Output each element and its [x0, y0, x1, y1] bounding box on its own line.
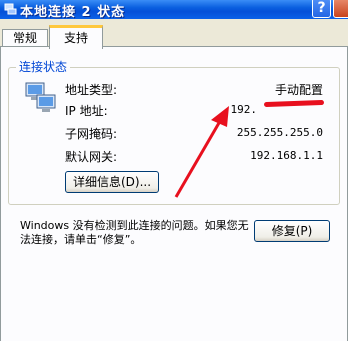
- help-button[interactable]: ?: [312, 0, 331, 18]
- network-computers-icon: [25, 82, 56, 112]
- ip-address-label: IP 地址:: [65, 104, 108, 118]
- address-type-value: 手动配置: [274, 83, 323, 97]
- group-title: 连接状态: [16, 58, 71, 75]
- tab-support[interactable]: 支持: [49, 25, 103, 49]
- repair-button[interactable]: 修复(P): [254, 220, 330, 242]
- network-connection-icon: [4, 3, 17, 15]
- title-bar: 本地连接 2 状态 ?: [0, 0, 348, 19]
- close-button[interactable]: [333, 0, 348, 18]
- default-gateway-value: 192.168.1.1: [250, 149, 323, 162]
- tab-panel: 连接状态 地址类型: 手动配置 IP 地址: 192. 子网掩码: 255.25…: [0, 46, 348, 341]
- window-title: 本地连接 2 状态: [20, 5, 126, 19]
- diagnostic-message: Windows 没有检测到此连接的问题。如果您无法连接，请单击“修复”。: [20, 219, 249, 246]
- default-gateway-label: 默认网关:: [65, 150, 118, 164]
- subnet-mask-value: 255.255.255.0: [236, 126, 323, 139]
- tab-general[interactable]: 常规: [2, 29, 48, 47]
- subnet-mask-label: 子网掩码:: [65, 127, 118, 141]
- address-type-label: 地址类型:: [65, 83, 118, 97]
- annotation-arrow: [174, 106, 229, 198]
- details-button[interactable]: 详细信息(D)...: [65, 171, 159, 193]
